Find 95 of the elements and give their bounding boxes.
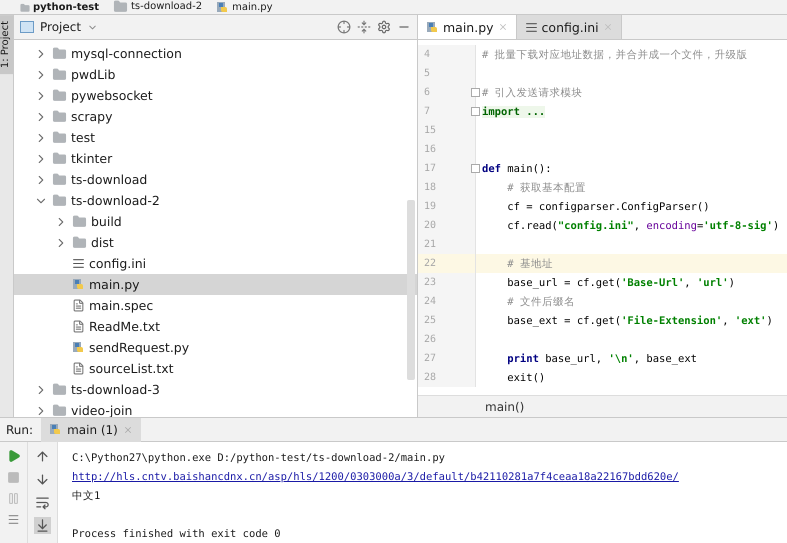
layout-button[interactable] xyxy=(6,512,21,527)
breadcrumb-item[interactable]: main.py xyxy=(216,1,273,14)
text-file-icon xyxy=(72,320,85,333)
run-tab[interactable]: main (1) xyxy=(41,418,141,442)
folder-icon xyxy=(52,88,67,103)
line-number: 23 xyxy=(424,277,436,288)
tree-item[interactable]: tkinter xyxy=(14,148,417,169)
line-number: 24 xyxy=(424,296,436,307)
editor-tab[interactable]: main.py xyxy=(418,15,517,39)
folder-icon xyxy=(52,46,67,61)
tree-item[interactable]: dist xyxy=(14,232,417,253)
run-label: Run: xyxy=(6,422,34,436)
code-line: base_url = cf.get('Base-Url', 'url') xyxy=(506,276,735,288)
code-line: # 批量下载对应地址数据，并合并成一个文件，升级版 xyxy=(481,48,748,62)
code-line: # 基地址 xyxy=(506,256,553,270)
tree-item[interactable]: ReadMe.txt xyxy=(14,316,417,337)
line-number: 16 xyxy=(424,144,436,155)
collapse-icon[interactable] xyxy=(357,20,371,34)
python-file-icon xyxy=(72,278,85,291)
tree-item[interactable]: pywebsocket xyxy=(14,85,417,106)
folder-icon xyxy=(52,382,67,397)
code-line: def main(): xyxy=(481,162,552,174)
breadcrumb-item[interactable]: python-test xyxy=(20,1,100,14)
line-number: 15 xyxy=(424,125,436,136)
console-line: C:\Python27\python.exe D:/python-test/ts-download-2/main.py xyxy=(72,450,446,466)
fold-marker-icon[interactable] xyxy=(471,164,480,173)
line-number: 6 xyxy=(424,87,430,98)
line-number: 28 xyxy=(424,372,436,383)
line-number: 19 xyxy=(424,201,436,212)
python-file-icon xyxy=(216,1,230,14)
tree-item[interactable]: main.spec xyxy=(14,295,417,316)
fold-marker-icon[interactable] xyxy=(471,107,480,116)
fold-marker-icon[interactable] xyxy=(471,88,480,97)
code-line: cf.read("config.ini", encoding='utf-8-sig') xyxy=(506,220,780,232)
line-number: 22 xyxy=(424,258,436,269)
tree-item[interactable]: ts-download-2 xyxy=(14,190,417,211)
folder-icon xyxy=(52,109,67,124)
folder-icon xyxy=(72,235,87,250)
tree-item[interactable]: ts-download xyxy=(14,169,417,190)
console-line: Process finished with exit code 0 xyxy=(72,526,282,542)
editor-breadcrumb[interactable]: main() xyxy=(485,400,524,414)
code-line: base_ext = cf.get('File-Extension', 'ext') xyxy=(506,314,773,326)
breadcrumb-item[interactable]: ts-download-2 xyxy=(113,0,202,14)
text-file-icon xyxy=(72,299,85,312)
console-link[interactable]: http://hls.cntv.baishancdnx.cn/asp/hls/1200/0303000a/3/default/b42110281a7f4ceaa18a22167bdd620e/ xyxy=(72,470,679,482)
project-tool-tab[interactable]: 1: Project xyxy=(0,15,13,74)
code-line: # 文件后缀名 xyxy=(506,294,575,308)
line-number: 25 xyxy=(424,315,436,326)
python-file-icon xyxy=(426,20,439,34)
code-line: exit() xyxy=(506,372,546,384)
tree-item[interactable]: main.py xyxy=(14,274,417,295)
config-file-icon xyxy=(524,20,538,34)
tree-item[interactable]: build xyxy=(14,211,417,232)
panel-title[interactable]: Project xyxy=(40,20,82,34)
line-number: 18 xyxy=(424,182,436,193)
tree-item[interactable]: sendRequest.py xyxy=(14,337,417,358)
tree-item[interactable]: config.ini xyxy=(14,253,417,274)
code-line: print base_url, '\n', base_ext xyxy=(506,352,697,364)
tree-item[interactable]: pwdLib xyxy=(14,64,417,85)
line-number: 26 xyxy=(424,334,436,345)
line-number: 27 xyxy=(424,353,436,364)
line-number: 17 xyxy=(424,163,436,174)
window-icon xyxy=(20,21,34,33)
tree-item[interactable]: mysql-connection xyxy=(14,43,417,64)
code-line: # 引入发送请求模块 xyxy=(481,86,583,100)
folder-icon xyxy=(113,0,128,14)
line-number: 21 xyxy=(424,239,436,250)
folder-icon xyxy=(52,67,67,82)
text-file-icon xyxy=(72,362,85,375)
folder-icon xyxy=(52,172,67,187)
line-number: 7 xyxy=(424,106,430,117)
folder-icon xyxy=(52,403,67,417)
settings-icon[interactable] xyxy=(377,20,391,34)
folder-icon xyxy=(72,214,87,229)
code-line: cf = configparser.ConfigParser() xyxy=(506,200,710,212)
python-file-icon xyxy=(49,423,62,436)
line-number: 4 xyxy=(424,49,430,60)
scrollbar[interactable] xyxy=(407,200,415,380)
line-number: 5 xyxy=(424,68,430,79)
python-file-icon xyxy=(72,341,85,354)
folder-icon xyxy=(20,2,30,12)
tree-item[interactable]: ts-download-3 xyxy=(14,379,417,400)
folder-icon xyxy=(52,151,67,166)
crosshair-icon[interactable] xyxy=(337,20,351,34)
tree-item[interactable]: test xyxy=(14,127,417,148)
folder-icon xyxy=(52,130,67,145)
folder-icon xyxy=(52,193,67,208)
tree-item[interactable]: sourceList.txt xyxy=(14,358,417,379)
scroll-to-end-button[interactable] xyxy=(34,517,51,534)
config-file-icon xyxy=(72,257,85,270)
console-line: 中文1 xyxy=(72,488,102,504)
editor-tab[interactable]: config.ini xyxy=(516,15,622,39)
tree-item[interactable]: scrapy xyxy=(14,106,417,127)
line-number: 20 xyxy=(424,220,436,231)
code-line: # 获取基本配置 xyxy=(506,180,586,194)
